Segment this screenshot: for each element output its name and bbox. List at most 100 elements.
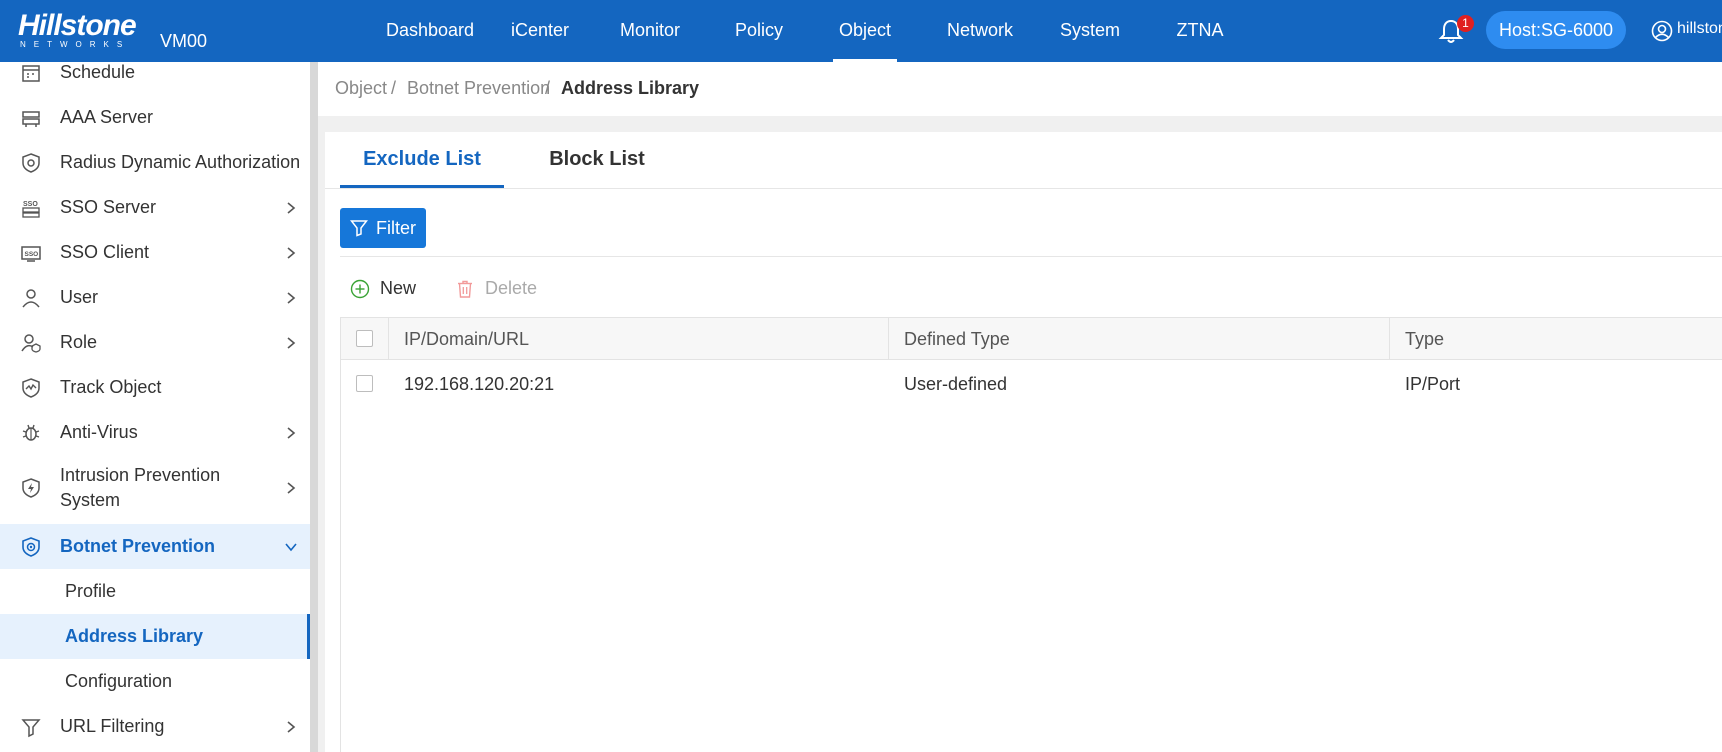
chevron-right-icon bbox=[287, 482, 296, 494]
sidebar-scrollbar[interactable] bbox=[310, 62, 318, 752]
nav-monitor[interactable]: Monitor bbox=[595, 0, 705, 62]
filter-funnel-icon bbox=[21, 718, 41, 737]
ips-shield-icon bbox=[22, 478, 40, 498]
sidebar-item-label: Track Object bbox=[60, 377, 162, 397]
sidebar-item-intrusion-prevention[interactable]: Intrusion Prevention System bbox=[0, 455, 310, 521]
row-checkbox[interactable] bbox=[356, 375, 373, 392]
sidebar-item-label: AAA Server bbox=[60, 107, 154, 127]
new-label: New bbox=[380, 278, 417, 298]
nav-system[interactable]: System bbox=[1035, 0, 1145, 62]
add-circle-icon bbox=[350, 279, 370, 299]
user-icon bbox=[22, 288, 40, 307]
cell-ip-domain-url: 192.168.120.20:21 bbox=[404, 374, 555, 394]
column-header-ip-domain-url[interactable]: IP/Domain/URL bbox=[389, 318, 889, 360]
chevron-right-icon bbox=[287, 720, 296, 733]
sidebar-item-label: Schedule bbox=[60, 62, 136, 82]
table-row[interactable]: 192.168.120.20:21 User-defined IP/Port bbox=[341, 360, 1722, 408]
sidebar-item-label: Anti-Virus bbox=[60, 422, 138, 442]
host-button[interactable]: Host:SG-6000 bbox=[1486, 11, 1626, 49]
logo-text: Hillstone bbox=[18, 9, 137, 42]
column-header-defined-type[interactable]: Defined Type bbox=[889, 318, 1390, 360]
chevron-right-icon bbox=[287, 246, 296, 259]
sidebar-item-url-filtering[interactable]: URL Filtering bbox=[0, 704, 310, 749]
breadcrumb-separator: / bbox=[391, 78, 397, 98]
sidebar-item-label: Role bbox=[60, 332, 98, 352]
cell-type: IP/Port bbox=[1405, 374, 1461, 394]
nav-policy[interactable]: Policy bbox=[705, 0, 813, 62]
sidebar-item-role[interactable]: Role bbox=[0, 320, 310, 365]
sidebar-subitem-configuration[interactable]: Configuration bbox=[0, 659, 310, 704]
track-icon bbox=[22, 377, 40, 398]
role-icon bbox=[21, 333, 41, 353]
chevron-right-icon bbox=[287, 426, 296, 439]
sidebar-item-botnet-prevention[interactable]: Botnet Prevention bbox=[0, 524, 310, 569]
virus-icon bbox=[22, 424, 40, 441]
nav-icenter[interactable]: iCenter bbox=[485, 0, 595, 62]
tab-exclude-list[interactable]: Exclude List bbox=[340, 132, 504, 188]
column-header-type[interactable]: Type bbox=[1390, 318, 1722, 360]
filter-divider bbox=[340, 256, 1722, 257]
filter-button[interactable]: Filter bbox=[340, 208, 426, 248]
breadcrumb: Object / Botnet Prevention / Address Lib… bbox=[318, 62, 1722, 116]
user-name[interactable]: hillstone bbox=[1677, 20, 1722, 38]
hillstone-logo[interactable]: Hillstone NETWORKS bbox=[18, 9, 148, 52]
page-title: Address Library bbox=[561, 78, 700, 98]
sidebar-item-label: SSO Client bbox=[60, 242, 150, 262]
filter-icon bbox=[350, 220, 368, 237]
breadcrumb-separator: / bbox=[545, 78, 551, 98]
top-bar: Hillstone NETWORKS VM00 Dashboard iCente… bbox=[0, 0, 1722, 62]
sso-server-icon: SSO bbox=[22, 201, 40, 218]
sidebar-item-label: Radius Dynamic Authorization bbox=[60, 152, 301, 172]
nav-network[interactable]: Network bbox=[925, 0, 1035, 62]
cell-defined-type: User-defined bbox=[904, 374, 1008, 394]
delete-label: Delete bbox=[485, 278, 538, 298]
device-name: VM00 bbox=[160, 31, 208, 51]
sidebar-item-anti-virus[interactable]: Anti-Virus bbox=[0, 410, 310, 455]
trash-icon bbox=[458, 280, 472, 298]
svg-text:SSO: SSO bbox=[23, 201, 38, 208]
breadcrumb-botnet-prevention[interactable]: Botnet Prevention bbox=[407, 78, 550, 99]
server-icon bbox=[22, 110, 40, 127]
header-select-cell bbox=[341, 318, 389, 360]
table-header: IP/Domain/URL Defined Type Type bbox=[341, 318, 1722, 360]
select-all-checkbox[interactable] bbox=[356, 330, 373, 347]
chevron-down-icon bbox=[285, 542, 297, 551]
sidebar-item-sso-server[interactable]: SSO SSO Server bbox=[0, 185, 310, 230]
sidebar-item-track-object[interactable]: Track Object bbox=[0, 365, 310, 410]
sidebar-item-sso-client[interactable]: SSO SSO Client bbox=[0, 230, 310, 275]
breadcrumb-object[interactable]: Object bbox=[335, 78, 387, 99]
nav-ztna[interactable]: ZTNA bbox=[1145, 0, 1255, 62]
user-account-icon[interactable] bbox=[1651, 20, 1673, 42]
notification-badge: 1 bbox=[1457, 15, 1474, 32]
sidebar-subitem-address-library[interactable]: Address Library bbox=[0, 614, 310, 659]
sidebar-item-label: Intrusion Prevention bbox=[60, 465, 221, 485]
sidebar-item-radius[interactable]: Radius Dynamic Authorization bbox=[0, 140, 310, 185]
logo-subtext: NETWORKS bbox=[20, 40, 131, 49]
nav-dashboard[interactable]: Dashboard bbox=[375, 0, 485, 62]
sidebar: Schedule AAA Server Radius Dynamic Autho… bbox=[0, 62, 310, 752]
sidebar-item-label: User bbox=[60, 287, 99, 307]
sidebar-item-user[interactable]: User bbox=[0, 275, 310, 320]
shield-gear-icon bbox=[22, 152, 40, 173]
botnet-shield-icon bbox=[22, 536, 40, 557]
nav-object[interactable]: Object bbox=[833, 0, 897, 62]
tab-block-list[interactable]: Block List bbox=[515, 132, 679, 188]
filter-label: Filter bbox=[376, 218, 416, 238]
sidebar-subitem-label: Configuration bbox=[65, 671, 173, 691]
address-table: IP/Domain/URL Defined Type Type 192.168.… bbox=[340, 317, 1722, 752]
tabs-divider bbox=[325, 188, 1722, 189]
content-panel: Exclude List Block List Filter New Delet… bbox=[325, 132, 1722, 752]
sidebar-item-label: SSO Server bbox=[60, 197, 157, 217]
svg-text:SSO: SSO bbox=[25, 251, 39, 258]
chevron-right-icon bbox=[287, 291, 296, 304]
sidebar-subitem-label: Address Library bbox=[65, 626, 204, 646]
main-nav: Dashboard iCenter Monitor Policy Object … bbox=[375, 0, 1255, 62]
calendar-icon bbox=[22, 64, 40, 82]
sidebar-item-label: URL Filtering bbox=[60, 716, 165, 736]
sso-client-icon: SSO bbox=[21, 245, 41, 262]
sidebar-item-schedule[interactable]: Schedule bbox=[0, 62, 310, 95]
chevron-right-icon bbox=[287, 336, 296, 349]
sidebar-subitem-profile[interactable]: Profile bbox=[0, 569, 310, 614]
sidebar-item-aaa-server[interactable]: AAA Server bbox=[0, 95, 310, 140]
sidebar-subitem-label: Profile bbox=[65, 581, 117, 601]
